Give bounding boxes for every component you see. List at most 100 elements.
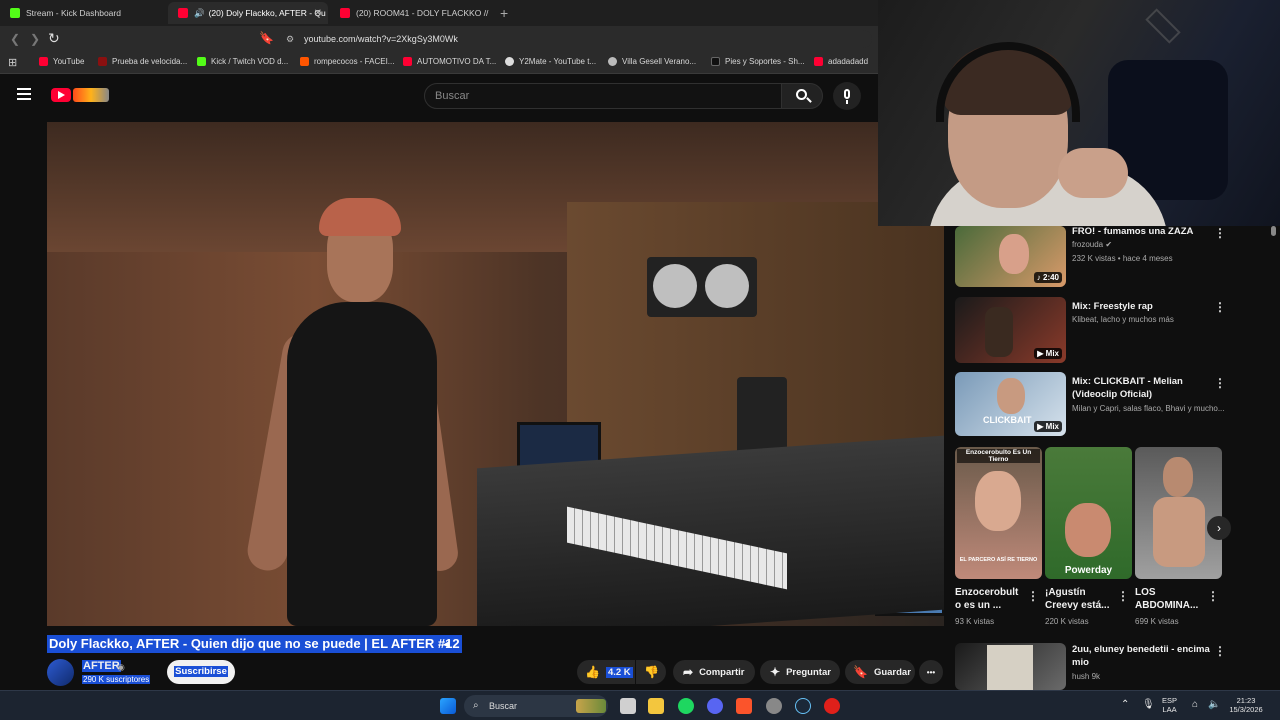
next-shorts-button[interactable]: › (1207, 516, 1231, 540)
steam-icon[interactable] (795, 698, 811, 714)
bookmark-label: Pies y Soportes - Sh... (725, 57, 805, 66)
tab-youtube-doly[interactable]: 🔊 (20) Doly Flackko, AFTER - Qu ✕ (168, 2, 328, 24)
bookmark-speedtest[interactable]: Prueba de velocida... (98, 57, 187, 66)
mix-badge: ▶ Mix (1034, 348, 1062, 359)
close-tab-icon[interactable]: ✕ (314, 8, 322, 19)
new-tab-button[interactable]: + (500, 5, 508, 21)
more-vert-icon[interactable]: ⋮ (1214, 644, 1226, 658)
chevron-right-icon: › (1217, 521, 1221, 535)
more-actions-button[interactable]: ••• (919, 660, 943, 684)
bookmark-villa-gesell[interactable]: Villa Gesell Verano... (608, 57, 696, 66)
ask-label: Preguntar (786, 666, 831, 678)
rec-title[interactable]: 2uu, eluney benedetii - encima mio (1072, 643, 1212, 669)
scroll-thumb[interactable] (1271, 226, 1276, 236)
thumb-face (1065, 503, 1111, 557)
bookmark-adadadadd[interactable]: adadadadd (814, 57, 868, 66)
short-thumbnail[interactable]: Enzocerobulto Es Un Tierno EL PARCERO AS… (955, 447, 1042, 579)
apps-grid-icon[interactable]: ⊞ (8, 56, 17, 69)
studio-speaker-cone (705, 264, 749, 308)
url-field[interactable]: ⚙ youtube.com/watch?v=2XkgSy3M0Wk (280, 30, 872, 48)
back-icon[interactable]: ❮ (10, 32, 20, 46)
brave-icon[interactable] (736, 698, 752, 714)
more-vert-icon[interactable]: ⋮ (1117, 589, 1129, 603)
short-thumbnail[interactable] (1135, 447, 1222, 579)
rec-thumbnail[interactable]: ▶ Mix (955, 297, 1066, 363)
save-button[interactable]: 🔖 Guardar (845, 660, 915, 684)
bookmark-label: Prueba de velocida... (112, 57, 188, 66)
more-vert-icon[interactable]: ⋮ (1027, 589, 1039, 603)
chevron-up-icon[interactable]: ⌃ (1121, 700, 1129, 710)
short-title[interactable]: ¡Agustín Creevy está... (1045, 586, 1115, 612)
bookmark-pies-soportes[interactable]: Pies y Soportes - Sh... (711, 57, 805, 66)
search-highlight-icon (576, 699, 606, 713)
dislike-button[interactable]: 👎 (636, 660, 666, 684)
spotify-icon[interactable] (678, 698, 694, 714)
bookmark-y2mate[interactable]: Y2Mate - YouTube t... (505, 57, 596, 66)
search-button[interactable] (781, 83, 823, 109)
short-title-line2: ABDOMINA... (1135, 600, 1199, 611)
thumbs-down-icon: 👎 (644, 665, 659, 679)
bookmark-rompecocos[interactable]: rompecocos - FACEI... (300, 57, 394, 66)
file-explorer-icon[interactable] (648, 698, 664, 714)
menu-icon[interactable] (17, 88, 31, 100)
more-vert-icon[interactable]: ⋮ (1207, 589, 1219, 603)
task-view-icon[interactable] (620, 698, 636, 714)
network-icon[interactable]: ⌂ (1192, 700, 1198, 710)
discord-icon[interactable] (707, 698, 723, 714)
doodle-icon (73, 88, 109, 102)
rec-thumbnail[interactable]: CLICKBAIT ▶ Mix (955, 372, 1066, 436)
short-views: 220 K vistas (1045, 617, 1089, 626)
tab-youtube-room41[interactable]: (20) ROOM41 - DOLY FLACKKO // RC (330, 2, 490, 24)
volume-icon[interactable]: 🔈 (1208, 700, 1220, 710)
youtube-icon (403, 57, 412, 66)
taskbar-search[interactable]: ⌕ Buscar (464, 695, 608, 717)
taskbar-search-label: Buscar (489, 701, 518, 711)
sidebar-scrollbar[interactable] (1271, 226, 1276, 690)
rec-title[interactable]: FRO! - fumamos una ZAZA (1072, 225, 1207, 238)
bookmark-youtube[interactable]: YouTube (39, 57, 84, 66)
bookmark-label: Villa Gesell Verano... (622, 57, 697, 66)
clock-time: 21:23 (1236, 696, 1256, 705)
short-title[interactable]: LOS ABDOMINA... (1135, 586, 1205, 612)
more-vert-icon[interactable]: ⋮ (1214, 226, 1226, 240)
clock[interactable]: 21:23 15/3/2026 (1226, 696, 1266, 714)
rec-title[interactable]: Mix: Freestyle rap (1072, 300, 1207, 313)
valorant-icon[interactable] (824, 698, 840, 714)
youtube-logo[interactable] (51, 88, 71, 102)
subscribe-button[interactable]: Suscribirse (167, 660, 235, 684)
like-button[interactable]: 👍 4.2 K (577, 660, 635, 684)
bookmark-automotivo[interactable]: AUTOMOTIVO DA T... (403, 57, 496, 66)
rec-channel[interactable]: frozouda ✔ (1072, 240, 1112, 249)
microphone-tray-icon[interactable]: 🎙 (1142, 700, 1155, 710)
more-vert-icon[interactable]: ⋮ (1214, 376, 1226, 390)
microphone-icon (844, 89, 850, 99)
rec-title[interactable]: Mix: CLICKBAIT - Melian (Videoclip Oficia… (1072, 375, 1207, 401)
ask-button[interactable]: ✦ Preguntar (760, 660, 840, 684)
webcam-hand (1058, 148, 1128, 198)
forward-icon[interactable]: ❯ (30, 32, 40, 46)
tab-kick-dashboard[interactable]: Stream - Kick Dashboard (0, 2, 166, 24)
reload-icon[interactable]: ↻ (48, 30, 60, 47)
share-button[interactable]: ➦ Compartir (673, 660, 755, 684)
bookmark-icon[interactable]: 🔖 (259, 31, 274, 45)
voice-search-button[interactable] (833, 82, 861, 110)
video-player[interactable] (47, 122, 944, 626)
sparkle-icon: ✦ (770, 665, 781, 679)
channel-name[interactable]: AFTER (82, 660, 121, 672)
site-info-icon[interactable]: ⚙ (286, 30, 294, 48)
rec-thumbnail[interactable]: ♪ 2:40 (955, 226, 1066, 287)
mix-badge: ▶ Mix (1034, 421, 1062, 432)
windows-start-icon[interactable] (440, 698, 456, 714)
rec-thumbnail[interactable] (955, 643, 1066, 690)
language-indicator[interactable]: ESP LAA (1162, 696, 1177, 714)
bookmark-kick-vod[interactable]: Kick / Twitch VOD d... (197, 57, 288, 66)
obs-icon[interactable] (766, 698, 782, 714)
thumb-face (999, 234, 1029, 274)
microphone-stand (846, 100, 848, 104)
short-overlay-caption: Powerday (1064, 565, 1113, 576)
more-vert-icon[interactable]: ⋮ (1214, 300, 1226, 314)
short-thumbnail[interactable]: Powerday (1045, 447, 1132, 579)
channel-avatar[interactable] (47, 659, 74, 686)
search-input[interactable]: Buscar (424, 83, 782, 109)
short-title[interactable]: Enzocerobult o es un ... (955, 586, 1025, 612)
